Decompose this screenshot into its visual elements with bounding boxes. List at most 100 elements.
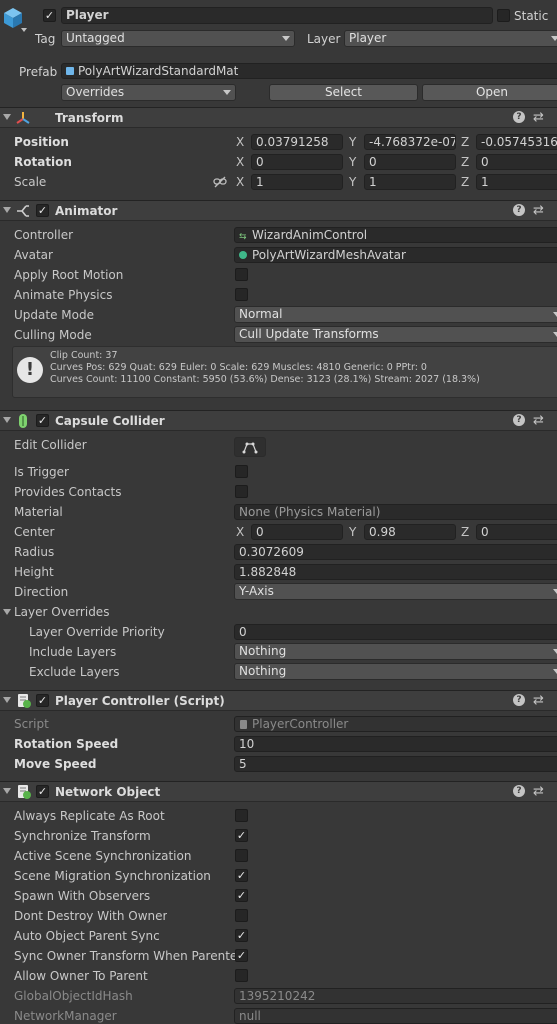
transform-header[interactable]: Transform ? ⇄ [0, 107, 557, 128]
layer-override-priority-label: Layer Override Priority [29, 625, 165, 639]
radius-field[interactable]: 0.3072609 [234, 544, 557, 560]
network-option-checkbox[interactable]: ✓ [235, 929, 248, 942]
center-label: Center [14, 525, 55, 539]
rotation-label: Rotation [14, 155, 72, 169]
position-x-field[interactable]: 0.03791258 [251, 134, 343, 150]
object-name-field[interactable]: Player [61, 7, 493, 24]
rotation-speed-field[interactable]: 10 [234, 736, 557, 752]
axis-x-label: X [236, 175, 245, 189]
center-z-field[interactable]: 0 [476, 524, 557, 540]
info-line: Curves Count: 11100 Constant: 5950 (53.6… [50, 374, 480, 385]
enable-checkbox[interactable]: ✓ [36, 204, 49, 217]
select-button[interactable]: Select [269, 84, 418, 101]
component-title: Network Object [55, 785, 161, 799]
network-option-checkbox[interactable] [235, 809, 248, 822]
presets-icon[interactable]: ⇄ [533, 203, 544, 218]
avatar-label: Avatar [14, 248, 53, 262]
material-field[interactable]: None (Physics Material) [234, 504, 557, 520]
help-icon[interactable]: ? [513, 414, 525, 426]
layer-dropdown[interactable]: Player [344, 30, 557, 47]
exclude-layers-dropdown[interactable]: Nothing [234, 663, 557, 680]
foldout-arrow-icon[interactable] [3, 697, 11, 703]
scale-x-field[interactable]: 1 [251, 174, 343, 190]
network-option-checkbox[interactable]: ✓ [235, 889, 248, 902]
component-title: Capsule Collider [55, 414, 165, 428]
foldout-arrow-icon[interactable] [3, 207, 11, 213]
center-x-field[interactable]: 0 [251, 524, 343, 540]
culling-mode-dropdown[interactable]: Cull Update Transforms [234, 326, 557, 343]
move-speed-field[interactable]: 5 [234, 756, 557, 772]
rotation-z-field[interactable]: 0 [476, 154, 557, 170]
animate-physics-checkbox[interactable] [235, 288, 248, 301]
help-icon[interactable]: ? [513, 204, 525, 216]
apply-root-motion-checkbox[interactable] [235, 268, 248, 281]
enable-checkbox[interactable]: ✓ [36, 785, 49, 798]
avatar-field[interactable]: PolyArtWizardMeshAvatar [234, 247, 557, 263]
capsule-collider-header[interactable]: ✓ Capsule Collider ? ⇄ [0, 410, 557, 431]
update-mode-label: Update Mode [14, 308, 94, 322]
tag-dropdown[interactable]: Untagged [61, 30, 295, 47]
provides-contacts-checkbox[interactable] [235, 485, 248, 498]
include-layers-dropdown[interactable]: Nothing [234, 643, 557, 660]
network-option-label: Always Replicate As Root [14, 809, 165, 823]
layer-overrides-foldout-icon[interactable] [3, 609, 11, 615]
position-z-field[interactable]: -0.05745316 [476, 134, 557, 150]
network-option-checkbox[interactable]: ✓ [235, 949, 248, 962]
network-option-checkbox[interactable] [235, 909, 248, 922]
enable-checkbox[interactable]: ✓ [36, 694, 49, 707]
unlink-icon[interactable] [213, 176, 227, 188]
edit-bounds-icon [242, 442, 258, 454]
presets-icon[interactable]: ⇄ [533, 413, 544, 428]
axis-y-label: Y [349, 175, 357, 189]
capsule-icon [19, 414, 27, 428]
presets-icon[interactable]: ⇄ [533, 693, 544, 708]
help-icon[interactable]: ? [513, 785, 525, 797]
network-option-checkbox[interactable] [235, 849, 248, 862]
layer-overrides-label[interactable]: Layer Overrides [14, 605, 109, 619]
height-field[interactable]: 1.882848 [234, 564, 557, 580]
apply-root-motion-label: Apply Root Motion [14, 268, 124, 282]
tag-label: Tag [35, 32, 56, 46]
overrides-dropdown[interactable]: Overrides [61, 84, 236, 101]
presets-icon[interactable]: ⇄ [533, 110, 544, 125]
help-icon[interactable]: ? [513, 111, 525, 123]
network-option-checkbox[interactable]: ✓ [235, 829, 248, 842]
foldout-arrow-icon[interactable] [3, 417, 11, 423]
edit-collider-label: Edit Collider [14, 438, 87, 452]
scale-y-field[interactable]: 1 [364, 174, 456, 190]
axis-x-label: X [236, 155, 245, 169]
active-checkbox[interactable]: ✓ [43, 9, 56, 22]
network-object-header[interactable]: ✓ Network Object ? ⇄ [0, 781, 557, 802]
rotation-x-field[interactable]: 0 [251, 154, 343, 170]
foldout-arrow-icon[interactable] [3, 114, 11, 120]
open-button[interactable]: Open [422, 84, 557, 101]
controller-label: Controller [14, 228, 74, 242]
scale-z-field[interactable]: 1 [476, 174, 557, 190]
edit-collider-button[interactable] [234, 437, 266, 457]
help-icon[interactable]: ? [513, 694, 525, 706]
player-controller-header[interactable]: ✓ Player Controller (Script) ? ⇄ [0, 690, 557, 711]
static-checkbox[interactable] [497, 9, 510, 22]
prefab-field[interactable]: PolyArtWizardStandardMat [61, 63, 557, 79]
network-manager-field: null [234, 1008, 557, 1024]
animator-header[interactable]: ✓ Animator ? ⇄ [0, 200, 557, 221]
network-option-checkbox[interactable]: ✓ [235, 869, 248, 882]
component-title: Transform [55, 111, 124, 125]
enable-checkbox[interactable]: ✓ [36, 414, 49, 427]
is-trigger-checkbox[interactable] [235, 465, 248, 478]
rotation-y-field[interactable]: 0 [364, 154, 456, 170]
position-label: Position [14, 135, 69, 149]
direction-dropdown[interactable]: Y-Axis [234, 583, 557, 600]
layer-override-priority-field[interactable]: 0 [234, 624, 557, 640]
chevron-down-icon[interactable] [21, 28, 27, 32]
center-y-field[interactable]: 0.98 [364, 524, 456, 540]
presets-icon[interactable]: ⇄ [533, 784, 544, 799]
position-y-field[interactable]: -4.768372e-07 [364, 134, 456, 150]
controller-field[interactable]: ⇆ WizardAnimControl [234, 227, 557, 243]
foldout-arrow-icon[interactable] [3, 788, 11, 794]
global-object-id-field: 1395210242 [234, 988, 557, 1004]
network-option-checkbox[interactable] [235, 969, 248, 982]
network-option-label: Auto Object Parent Sync [14, 929, 160, 943]
animator-icon [17, 205, 29, 217]
update-mode-dropdown[interactable]: Normal [234, 306, 557, 323]
